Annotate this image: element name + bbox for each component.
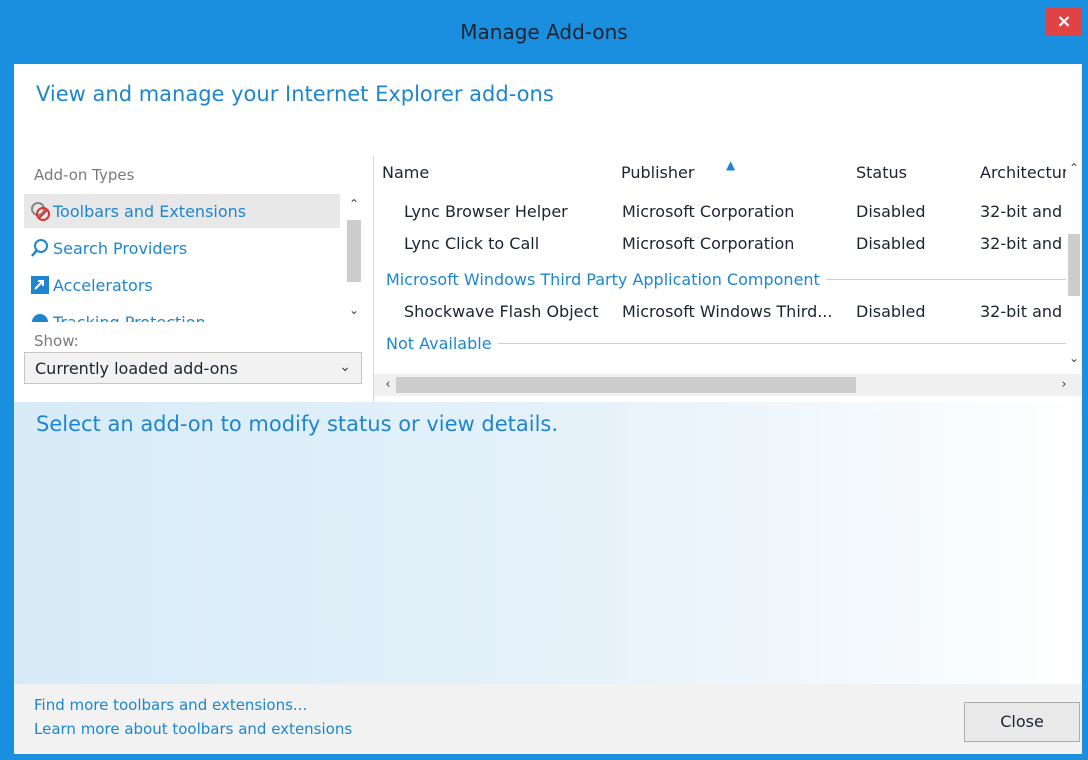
scroll-thumb[interactable] xyxy=(1068,234,1080,296)
addon-types-pane: Add-on Types Toolbars and Extensions Sea… xyxy=(14,156,374,402)
group-label: Not Available xyxy=(386,333,492,353)
type-label: Search Providers xyxy=(53,238,188,258)
type-label: Accelerators xyxy=(53,275,153,295)
group-label: Microsoft Windows Third Party Applicatio… xyxy=(386,269,820,289)
addon-publisher: Microsoft Windows Third... xyxy=(622,302,833,321)
table-row[interactable]: Lync Browser Helper Microsoft Corporatio… xyxy=(374,196,1074,226)
tracking-protection-icon xyxy=(30,312,50,322)
group-header-not-available: Not Available xyxy=(386,330,1066,356)
group-header-ms-windows-third-party: Microsoft Windows Third Party Applicatio… xyxy=(386,266,1066,292)
list-vertical-scrollbar[interactable]: ⌃ ⌄ xyxy=(1066,156,1082,376)
close-window-button[interactable]: × xyxy=(1046,8,1082,36)
types-scrollbar[interactable]: ⌃ ⌄ xyxy=(344,194,364,320)
find-more-link[interactable]: Find more toolbars and extensions... xyxy=(34,696,307,714)
type-label: Toolbars and Extensions xyxy=(53,201,247,221)
group-divider xyxy=(825,278,1066,280)
title-bar: Manage Add-ons × xyxy=(0,0,1088,64)
accelerators-icon xyxy=(30,275,50,295)
scroll-thumb[interactable] xyxy=(347,220,361,282)
addon-publisher: Microsoft Corporation xyxy=(622,234,795,253)
column-header-architecture[interactable]: Architectur xyxy=(980,156,1068,190)
column-header-publisher[interactable]: Publisher xyxy=(621,156,694,190)
manage-addons-window: Manage Add-ons × View and manage your In… xyxy=(0,0,1088,760)
addon-name: Lync Browser Helper xyxy=(404,202,568,221)
type-accelerators[interactable]: Accelerators xyxy=(24,268,340,302)
scroll-up-arrow-icon[interactable]: ⌃ xyxy=(1066,158,1082,178)
show-label: Show: xyxy=(34,332,79,350)
addon-status: Disabled xyxy=(856,234,926,253)
scroll-left-arrow-icon[interactable]: ‹ xyxy=(378,374,398,396)
addon-status: Disabled xyxy=(856,302,926,321)
addon-architecture: 32-bit and xyxy=(980,202,1063,221)
search-icon xyxy=(30,238,50,258)
scroll-thumb[interactable] xyxy=(396,377,856,393)
type-tracking-protection[interactable]: Tracking Protection xyxy=(24,305,340,322)
details-message: Select an add-on to modify status or vie… xyxy=(36,412,559,436)
scroll-right-arrow-icon[interactable]: › xyxy=(1054,374,1074,396)
addon-name: Lync Click to Call xyxy=(404,234,540,253)
column-header-status[interactable]: Status xyxy=(856,156,907,190)
close-button[interactable]: Close xyxy=(964,702,1080,742)
group-divider xyxy=(497,342,1066,344)
addon-publisher: Microsoft Corporation xyxy=(622,202,795,221)
column-header-name[interactable]: Name xyxy=(382,156,429,190)
learn-more-link[interactable]: Learn more about toolbars and extensions xyxy=(34,720,352,738)
details-pane: Select an add-on to modify status or vie… xyxy=(14,402,1082,684)
type-search-providers[interactable]: Search Providers xyxy=(24,231,340,265)
table-row[interactable]: Lync Click to Call Microsoft Corporation… xyxy=(374,228,1074,258)
window-title: Manage Add-ons xyxy=(460,20,628,44)
addons-list: Name Publisher ▲ Status Architectur Lync… xyxy=(374,156,1082,402)
footer: Find more toolbars and extensions... Lea… xyxy=(14,684,1082,754)
toolbars-extensions-icon xyxy=(30,201,50,221)
table-row[interactable]: Shockwave Flash Object Microsoft Windows… xyxy=(374,296,1074,326)
addon-status: Disabled xyxy=(856,202,926,221)
addon-name: Shockwave Flash Object xyxy=(404,302,599,321)
page-heading: View and manage your Internet Explorer a… xyxy=(36,82,554,106)
show-dropdown[interactable]: Currently loaded add-ons ⌄ xyxy=(24,352,362,384)
scroll-up-arrow-icon[interactable]: ⌃ xyxy=(344,194,364,214)
type-toolbars-extensions[interactable]: Toolbars and Extensions xyxy=(24,194,340,228)
addon-architecture: 32-bit and xyxy=(980,234,1063,253)
scroll-down-arrow-icon[interactable]: ⌄ xyxy=(1066,348,1082,368)
dialog-content: View and manage your Internet Explorer a… xyxy=(14,64,1082,754)
sort-ascending-icon: ▲ xyxy=(726,158,736,172)
addon-types-label: Add-on Types xyxy=(34,166,135,184)
type-label: Tracking Protection xyxy=(53,312,206,323)
addon-types-list: Toolbars and Extensions Search Providers… xyxy=(24,194,374,322)
list-horizontal-scrollbar[interactable]: ‹ › xyxy=(374,374,1082,396)
addon-architecture: 32-bit and xyxy=(980,302,1063,321)
scroll-down-arrow-icon[interactable]: ⌄ xyxy=(344,300,364,320)
show-dropdown-value: Currently loaded add-ons xyxy=(35,358,238,378)
chevron-down-icon: ⌄ xyxy=(339,359,351,375)
